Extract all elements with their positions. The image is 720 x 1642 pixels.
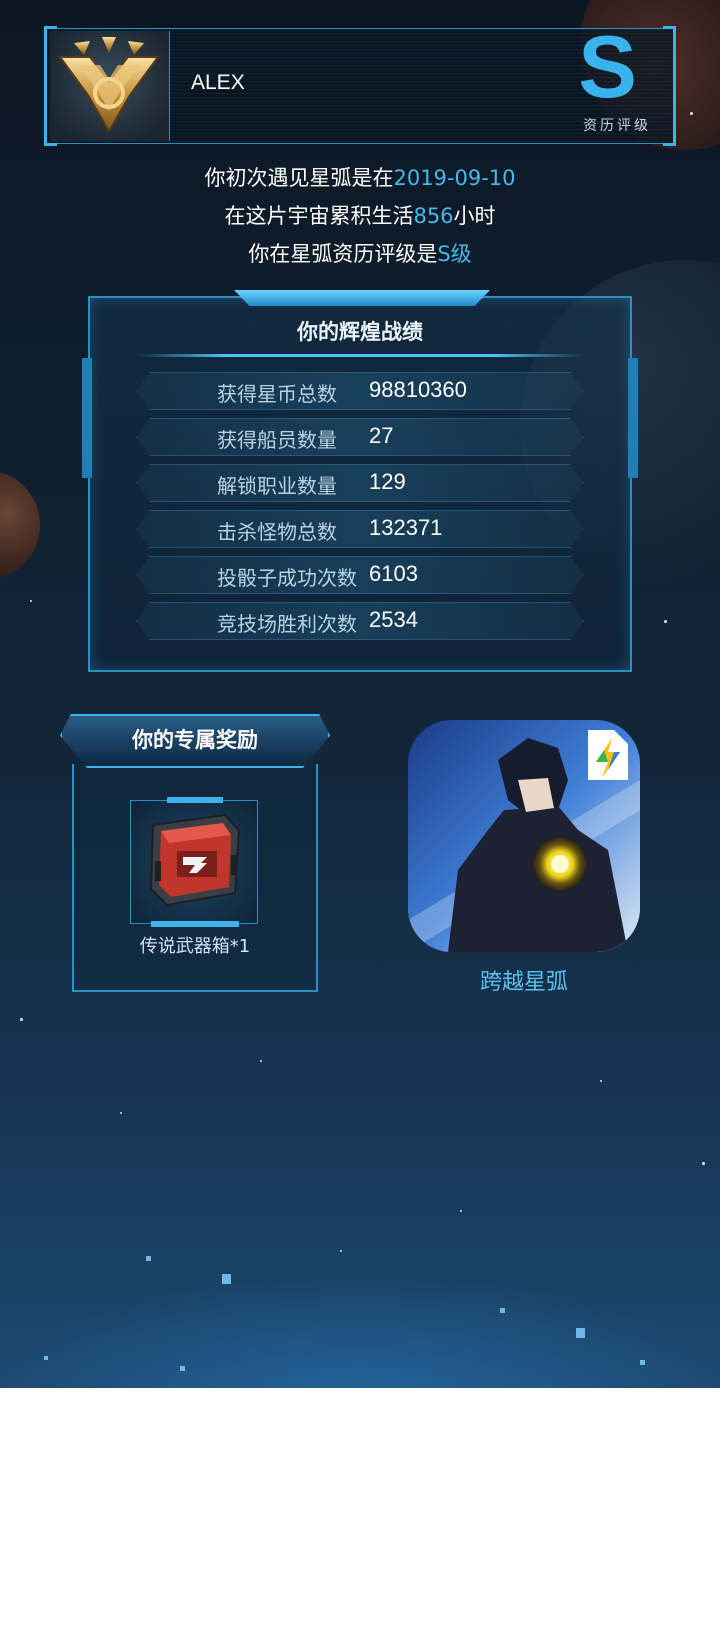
intro-text: 在这片宇宙累积生活 — [224, 204, 414, 228]
star — [340, 1250, 342, 1252]
panel-side-decoration — [82, 358, 92, 478]
particle — [222, 1274, 231, 1284]
particle — [576, 1328, 585, 1338]
stat-row: 击杀怪物总数 132371 — [136, 510, 584, 548]
reward-item-name: 传说武器箱*1 — [139, 936, 251, 957]
particle — [146, 1256, 151, 1261]
intro-line-first-date: 你初次遇见星弧是在2019-09-10 — [0, 162, 720, 192]
particle — [180, 1366, 185, 1371]
stat-value: 129 — [369, 469, 406, 494]
first-date: 2019-09-10 — [393, 166, 516, 190]
app-name: 跨越星弧 — [479, 970, 568, 995]
stats-panel: 你的辉煌战绩 获得星币总数 98810360 获得船员数量 27 解锁职业数量 … — [82, 290, 638, 672]
intro-line-hours: 在这片宇宙累积生活856小时 — [0, 200, 720, 230]
frame-decoration — [167, 797, 223, 803]
weapon-crate-icon — [149, 813, 241, 907]
planet-decoration — [0, 470, 40, 580]
intro-text: 你初次遇见星弧是在 — [204, 166, 394, 190]
star — [664, 620, 667, 623]
stats-title: 你的辉煌战绩 — [297, 320, 423, 344]
grade-text: S级 — [437, 242, 472, 266]
reward-item[interactable] — [130, 797, 258, 927]
panel-side-decoration — [628, 358, 638, 478]
star — [20, 1018, 23, 1021]
stat-row: 获得星币总数 98810360 — [136, 372, 584, 410]
stat-label: 击杀怪物总数 — [217, 520, 337, 544]
stat-label: 获得船员数量 — [217, 428, 337, 452]
stat-row: 获得船员数量 27 — [136, 418, 584, 456]
particle — [500, 1308, 505, 1313]
star — [460, 1210, 462, 1212]
intro-text: 你在星弧资历评级是 — [248, 242, 438, 266]
stat-label: 获得星币总数 — [217, 382, 337, 406]
stat-value: 98810360 — [369, 377, 467, 402]
star — [690, 112, 693, 115]
stat-row: 竞技场胜利次数 2534 — [136, 602, 584, 640]
stat-label: 竞技场胜利次数 — [217, 612, 357, 636]
reward-title: 你的专属奖励 — [132, 728, 258, 752]
intro-line-grade: 你在星弧资历评级是S级 — [0, 238, 720, 268]
gold-rank-emblem-icon — [58, 37, 160, 133]
stat-label: 投骰子成功次数 — [217, 566, 357, 590]
game-app-icon[interactable] — [408, 720, 640, 952]
player-header: ALEX S 资历评级 — [44, 23, 676, 146]
particle — [640, 1360, 645, 1365]
divider — [136, 354, 584, 357]
star — [120, 1112, 122, 1114]
star — [260, 1060, 262, 1062]
stat-label: 解锁职业数量 — [217, 474, 337, 498]
player-name: ALEX — [191, 71, 245, 94]
grade-caption: 资历评级 — [583, 118, 651, 134]
stat-value: 2534 — [369, 607, 418, 632]
stat-value: 6103 — [369, 561, 418, 586]
avatar — [50, 31, 170, 141]
game-app-icon — [408, 720, 640, 952]
stat-row: 解锁职业数量 129 — [136, 464, 584, 502]
intro-text: 小时 — [453, 204, 496, 228]
particle — [44, 1356, 48, 1360]
frame-decoration — [151, 921, 239, 927]
panel-tab-decoration — [234, 290, 490, 306]
hours-value: 856 — [413, 204, 454, 228]
grade-letter: S — [578, 17, 637, 116]
star — [30, 600, 32, 602]
stat-row: 投骰子成功次数 6103 — [136, 556, 584, 594]
star — [600, 1080, 602, 1082]
stat-value: 27 — [369, 423, 394, 448]
star — [702, 1162, 705, 1165]
stat-value: 132371 — [369, 515, 443, 540]
